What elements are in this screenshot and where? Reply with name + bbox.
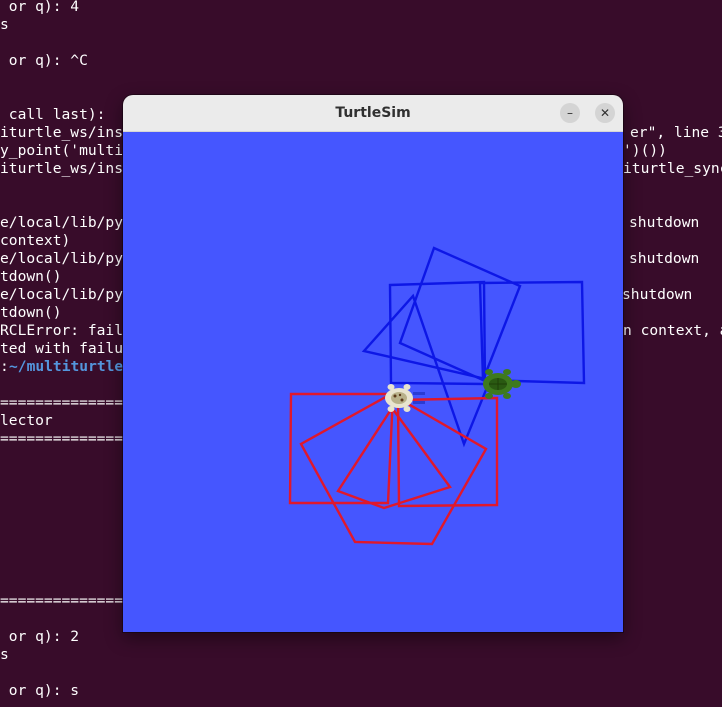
terminal-line: ================ [0, 430, 141, 447]
terminal-line: ================ [0, 592, 141, 609]
terminal-line: ================ [0, 394, 141, 411]
minimize-icon: – [567, 106, 573, 120]
terminal-line-right: er", line 3 [630, 124, 722, 141]
terminal-line: : [0, 358, 9, 375]
terminal-line: or q): s [0, 682, 80, 699]
close-button[interactable]: ✕ [595, 103, 615, 123]
terminal-line: call last): [0, 106, 106, 123]
turtlesim-window[interactable]: TurtleSim – ✕ [123, 95, 623, 632]
terminal-line-right: ')()) [623, 142, 667, 159]
terminal-line: lector [0, 412, 53, 429]
turtle-white-icon[interactable] [385, 384, 425, 412]
terminal-prompt-path: ~/multiturtle [9, 358, 124, 375]
terminal-line: or q): 2 [0, 628, 80, 645]
terminal-line: context) [0, 232, 71, 249]
terminal-line: iturtle_ws/ins [0, 124, 124, 141]
terminal-line: or q): 4 [0, 0, 80, 15]
terminal-line-right: shutdown [622, 286, 693, 303]
terminal-line-right: shutdown [629, 250, 700, 267]
window-titlebar[interactable]: TurtleSim – ✕ [123, 95, 623, 132]
terminal-line: e/local/lib/py [0, 214, 124, 231]
turtle-drawing [288, 246, 586, 546]
terminal-line: e/local/lib/py [0, 250, 124, 267]
window-title: TurtleSim [335, 105, 411, 121]
terminal-line: y_point('multi [0, 142, 124, 159]
red-square-path [396, 396, 499, 508]
terminal-line-right: n context, a [623, 322, 722, 339]
terminal-line: tdown() [0, 268, 62, 285]
terminal-line: s [0, 646, 9, 663]
terminal-line: s [0, 16, 9, 33]
blue-square-path [478, 280, 586, 385]
turtle-green-icon[interactable] [483, 369, 521, 399]
terminal-line: iturtle_ws/ins [0, 160, 124, 177]
terminal-line-right: shutdown [629, 214, 700, 231]
terminal-line: e/local/lib/py [0, 286, 124, 303]
terminal-line: or q): ^C [0, 52, 88, 69]
red-square-path [336, 405, 452, 510]
terminal-line-right: iturtle_sync [623, 160, 722, 177]
minimize-button[interactable]: – [560, 103, 580, 123]
terminal-line: tdown() [0, 304, 62, 321]
red-square-path [299, 392, 488, 546]
terminal-line: ted with failu [0, 340, 124, 357]
turtle-canvas[interactable] [123, 132, 623, 632]
close-icon: ✕ [599, 106, 611, 120]
terminal-line: RCLError: fail [0, 322, 124, 339]
